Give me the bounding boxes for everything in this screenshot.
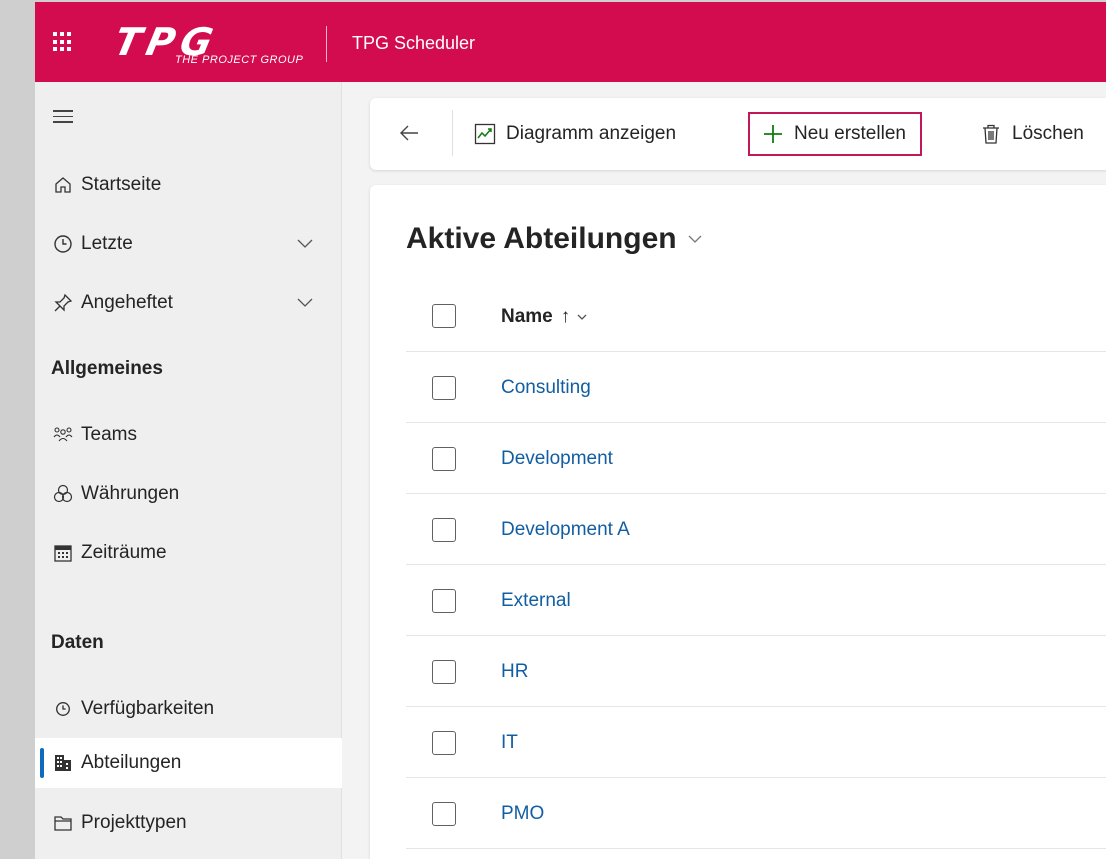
section-heading-daten: Daten (51, 632, 104, 653)
sidebar-item-label: Zeiträume (81, 542, 167, 563)
sidebar-item-label: Abteilungen (81, 752, 182, 773)
clock-icon (51, 697, 75, 721)
sidebar-item-teams[interactable]: Teams (35, 410, 342, 460)
command-bar: Diagramm anzeigen Neu erstellen Löschen (370, 98, 1106, 170)
data-grid: Name ↑ Consulting Development Developmen… (406, 280, 1106, 849)
sidebar-item-verfuegbarkeiten[interactable]: Verfügbarkeiten (35, 684, 342, 734)
sidebar-item-label: Startseite (81, 174, 162, 195)
sidebar-item-label: Letzte (81, 233, 133, 254)
row-checkbox[interactable] (432, 660, 456, 684)
sidebar: Startseite Letzte Angeheftet Allgemeines… (35, 82, 342, 859)
sidebar-item-startseite[interactable]: Startseite (35, 160, 342, 210)
row-checkbox[interactable] (432, 518, 456, 542)
row-checkbox[interactable] (432, 589, 456, 613)
row-name-link[interactable]: Consulting (501, 377, 591, 399)
app-header: TPG THE PROJECT GROUP TPG Scheduler (35, 2, 1106, 82)
table-row[interactable]: Consulting (406, 352, 1106, 423)
sidebar-item-zeitraeume[interactable]: Zeiträume (35, 528, 342, 578)
table-row[interactable]: HR (406, 636, 1106, 707)
hamburger-menu-icon[interactable] (53, 110, 73, 124)
new-record-button[interactable]: Neu erstellen (748, 112, 922, 156)
sidebar-item-projekttypen[interactable]: Projekttypen (35, 798, 342, 848)
app-window: TPG THE PROJECT GROUP TPG Scheduler Star… (35, 2, 1106, 859)
toolbar-divider (452, 110, 453, 156)
app-launcher-icon[interactable] (53, 32, 73, 52)
currency-icon (51, 482, 75, 506)
row-checkbox[interactable] (432, 376, 456, 400)
trash-icon (983, 124, 999, 144)
tpg-logo: TPG THE PROJECT GROUP (105, 20, 315, 70)
new-record-label: Neu erstellen (794, 123, 906, 144)
chevron-down-icon (577, 314, 587, 320)
select-all-checkbox[interactable] (432, 304, 456, 328)
delete-button[interactable]: Löschen (980, 112, 1084, 156)
table-row[interactable]: Development (406, 423, 1106, 494)
table-row[interactable]: PMO (406, 778, 1106, 849)
view-selector[interactable]: Aktive Abteilungen (406, 222, 703, 256)
sidebar-item-label: Teams (81, 424, 137, 445)
chevron-down-icon[interactable] (297, 295, 313, 311)
app-title[interactable]: TPG Scheduler (352, 33, 475, 54)
sidebar-item-label: Angeheftet (81, 292, 173, 313)
building-icon (51, 751, 75, 775)
row-name-link[interactable]: Development (501, 448, 613, 470)
people-icon (51, 423, 75, 447)
grid-header-row: Name ↑ (406, 280, 1106, 352)
row-name-link[interactable]: IT (501, 732, 518, 754)
back-arrow-icon[interactable] (398, 122, 420, 144)
row-name-link[interactable]: PMO (501, 803, 544, 825)
column-header-label: Name (501, 306, 553, 327)
row-checkbox[interactable] (432, 731, 456, 755)
show-chart-button[interactable]: Diagramm anzeigen (474, 112, 676, 156)
logo-subtitle: THE PROJECT GROUP (175, 54, 304, 66)
row-name-link[interactable]: External (501, 590, 571, 612)
chart-icon (474, 123, 496, 145)
header-divider (326, 26, 327, 62)
chevron-down-icon (688, 235, 702, 243)
table-row[interactable]: IT (406, 707, 1106, 778)
main-panel: Aktive Abteilungen Name ↑ Consulting Dev… (370, 185, 1106, 859)
sidebar-item-label: Währungen (81, 483, 180, 504)
section-heading-allgemeines: Allgemeines (51, 358, 163, 379)
delete-label: Löschen (1012, 123, 1084, 144)
sidebar-item-letzte[interactable]: Letzte (35, 219, 342, 269)
sidebar-item-abteilungen[interactable]: Abteilungen (35, 738, 342, 788)
sidebar-item-label: Projekttypen (81, 812, 187, 833)
table-row[interactable]: External (406, 565, 1106, 636)
clock-icon (51, 232, 75, 256)
pin-icon (51, 291, 75, 315)
column-header-name[interactable]: Name ↑ (501, 306, 588, 328)
row-name-link[interactable]: HR (501, 661, 528, 683)
row-checkbox[interactable] (432, 447, 456, 471)
sidebar-item-angeheftet[interactable]: Angeheftet (35, 278, 342, 328)
chevron-down-icon[interactable] (297, 236, 313, 252)
home-icon (51, 173, 75, 197)
row-name-link[interactable]: Development A (501, 519, 630, 541)
row-checkbox[interactable] (432, 802, 456, 826)
sidebar-item-waehrungen[interactable]: Währungen (35, 469, 342, 519)
calendar-icon (51, 541, 75, 565)
sort-ascending-icon: ↑ (560, 306, 571, 327)
view-title: Aktive Abteilungen (406, 222, 677, 255)
sidebar-item-label: Verfügbarkeiten (81, 698, 215, 719)
table-row[interactable]: Development A (406, 494, 1106, 565)
plus-icon (764, 125, 782, 143)
show-chart-label: Diagramm anzeigen (506, 123, 677, 144)
folder-icon (51, 811, 75, 835)
